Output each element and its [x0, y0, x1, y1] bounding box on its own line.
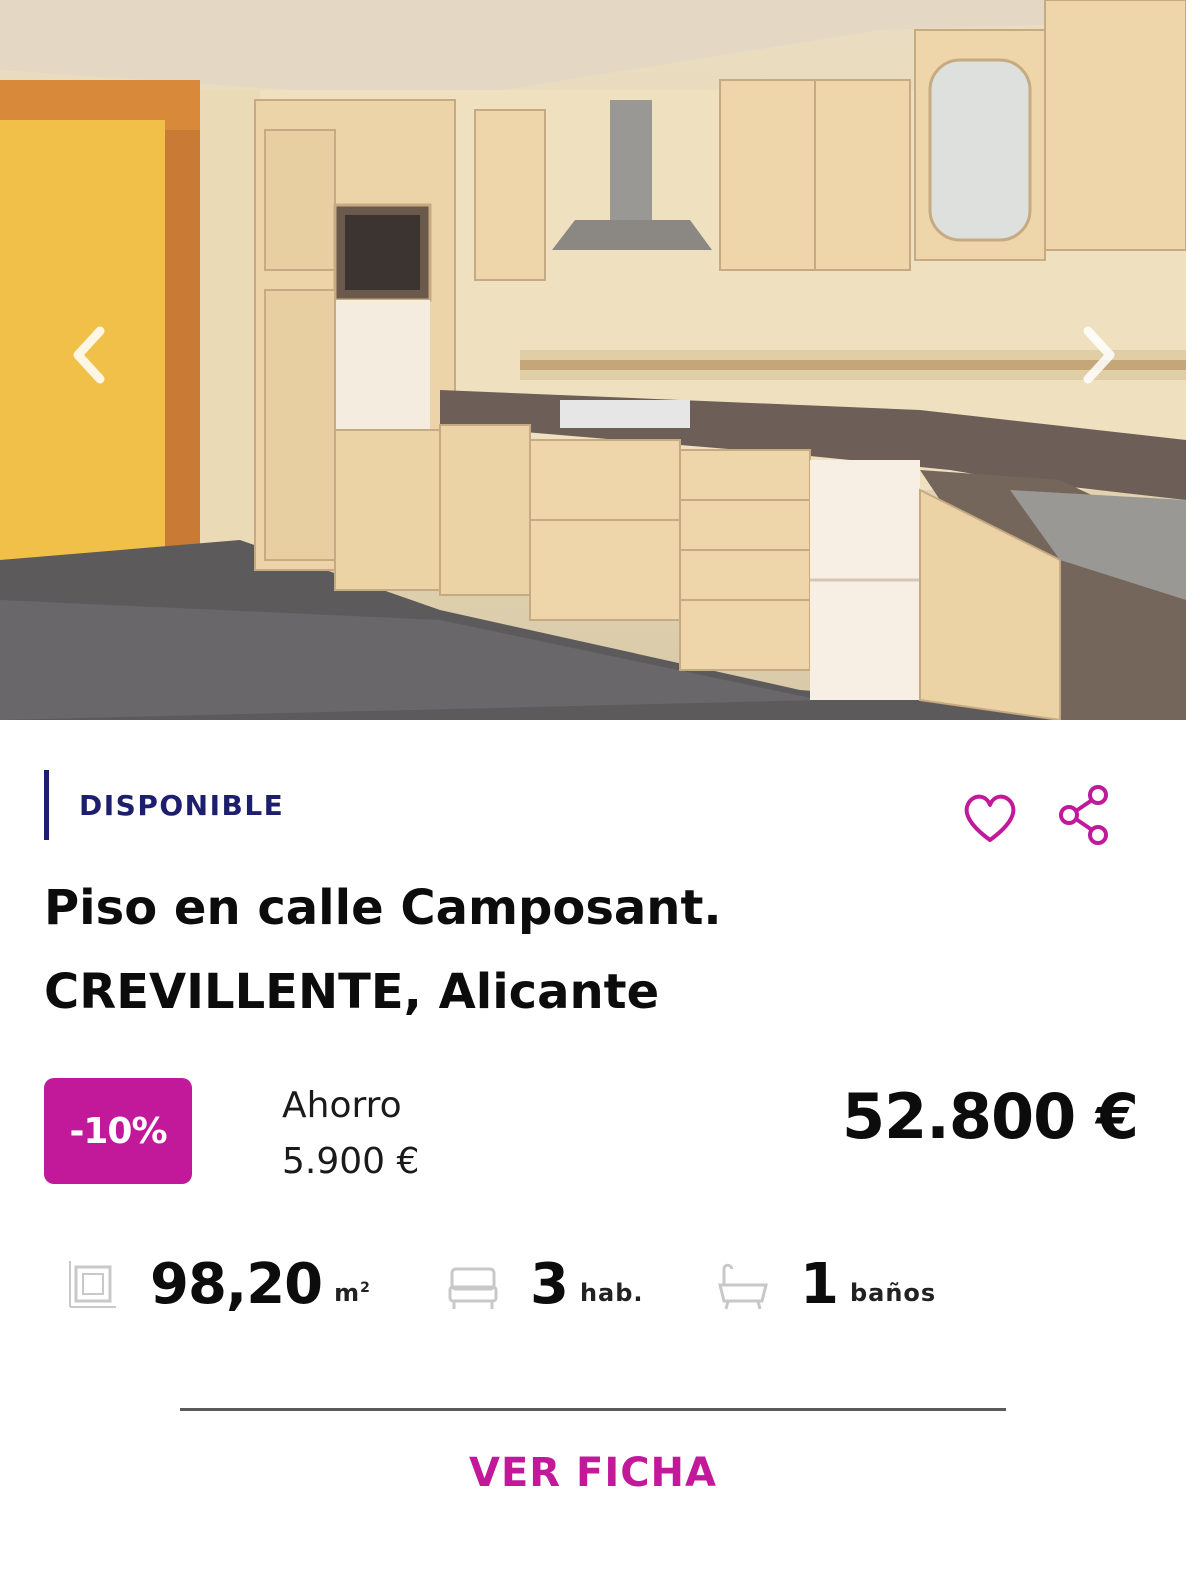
- chevron-left-icon: [73, 326, 105, 384]
- favorite-button[interactable]: [960, 790, 1020, 846]
- savings-amount: 5.900 €: [282, 1141, 420, 1182]
- area-unit: m2: [334, 1279, 371, 1307]
- feature-rooms: 3 hab.: [446, 1244, 644, 1324]
- area-unit-exponent: 2: [360, 1280, 371, 1296]
- savings-label: Ahorro: [282, 1085, 402, 1126]
- divider: [180, 1408, 1006, 1411]
- discount-label: -10%: [69, 1110, 167, 1152]
- rooms-value: 3: [530, 1251, 569, 1317]
- bathtub-icon: [718, 1263, 768, 1310]
- title-line-1: Piso en calle Camposant.: [44, 880, 722, 936]
- feature-area: 98,20 m2: [66, 1244, 371, 1324]
- listing-price: 52.800 €: [842, 1080, 1139, 1153]
- carousel-next-button[interactable]: [1070, 320, 1130, 390]
- kitchen-photo-illustration: [0, 0, 1186, 720]
- bed-icon: [448, 1267, 498, 1309]
- chevron-right-icon: [1083, 326, 1115, 384]
- features-row: 98,20 m2 3 hab. 1 baños: [66, 1244, 1066, 1324]
- rooms-unit: hab.: [579, 1279, 644, 1307]
- area-unit-base: m: [334, 1279, 361, 1307]
- status-badge: DISPONIBLE: [44, 770, 284, 840]
- listing-title[interactable]: Piso en calle Camposant. CREVILLENTE, Al…: [44, 866, 944, 1034]
- savings-block: Ahorro 5.900 €: [282, 1078, 419, 1190]
- status-label: DISPONIBLE: [79, 788, 285, 822]
- share-icon: [1059, 785, 1108, 845]
- title-line-2: CREVILLENTE, Alicante: [44, 964, 660, 1020]
- baths-unit: baños: [849, 1279, 937, 1307]
- heart-icon: [964, 794, 1016, 842]
- carousel-prev-button[interactable]: [58, 320, 118, 390]
- feature-baths: 1 baños: [716, 1244, 936, 1324]
- area-value: 98,20: [150, 1251, 323, 1317]
- discount-badge: -10%: [44, 1078, 192, 1184]
- share-button[interactable]: [1054, 782, 1114, 848]
- listing-photo[interactable]: [0, 0, 1186, 720]
- area-icon: [69, 1261, 116, 1308]
- baths-value: 1: [800, 1251, 839, 1317]
- view-details-link[interactable]: VER FICHA: [180, 1450, 1006, 1496]
